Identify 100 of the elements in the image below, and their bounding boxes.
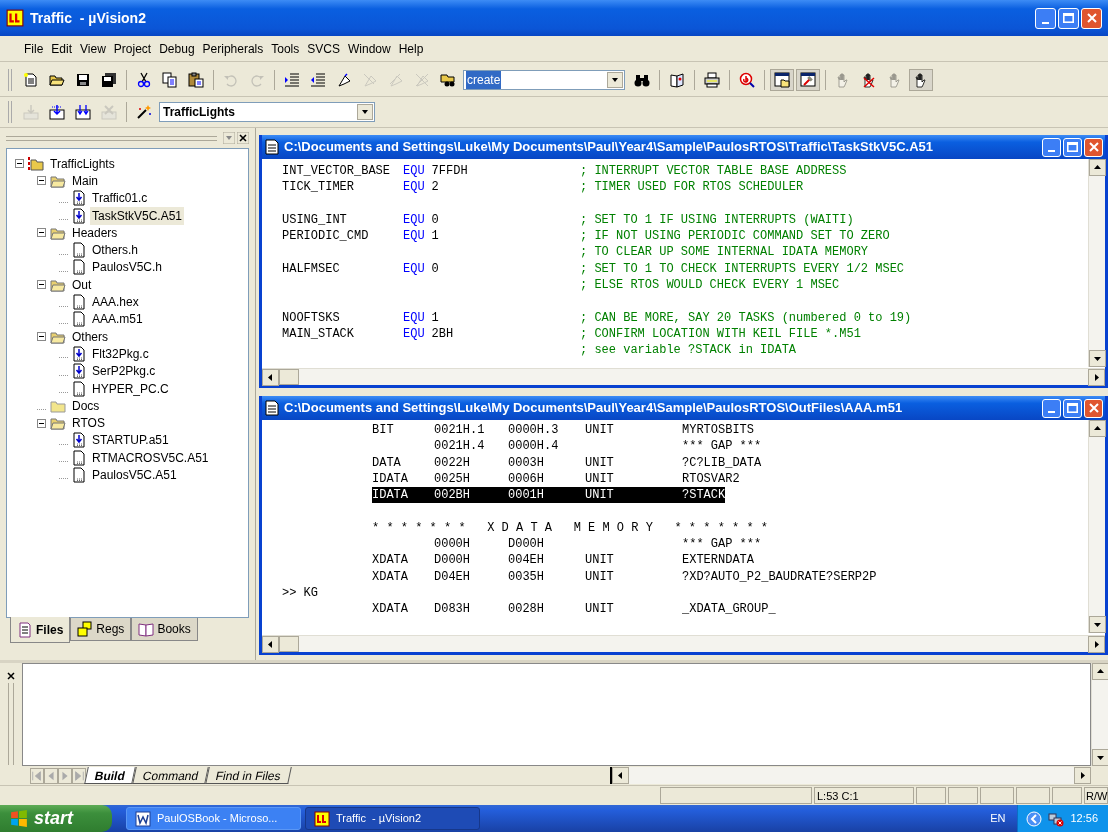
menu-item[interactable]: Peripherals xyxy=(198,39,268,58)
dropdown-value: TrafficLights xyxy=(162,104,236,121)
menu-item[interactable]: Tools xyxy=(267,39,304,58)
tree-item[interactable]: PaulosV5C.A51 xyxy=(90,466,179,484)
vertical-scrollbar[interactable] xyxy=(1091,663,1108,766)
menu-item[interactable]: Project xyxy=(109,39,156,58)
tree-item[interactable]: Traffic01.c xyxy=(90,189,150,208)
output-tab[interactable]: Build xyxy=(84,767,136,784)
minimize-button[interactable] xyxy=(1035,7,1056,29)
panel-tab[interactable]: Regs xyxy=(70,618,132,641)
expander-icon[interactable] xyxy=(37,228,46,238)
tree-item[interactable]: Headers xyxy=(70,223,120,242)
tree-item[interactable]: Flt32Pkg.c xyxy=(90,344,151,363)
code-line[interactable]: XDATA D083H 0028H UNIT _XDATA_GROUP_ xyxy=(372,601,776,618)
close-button[interactable] xyxy=(1081,7,1102,29)
menu-item[interactable]: Window xyxy=(343,39,395,58)
tree-item[interactable]: TaskStkV5C.A51 xyxy=(90,206,185,225)
scroll-down-icon[interactable] xyxy=(1092,749,1108,766)
tree-item[interactable]: SerP2Pkg.c xyxy=(90,362,158,381)
code-text: USING_INT xyxy=(282,212,347,227)
tree-item[interactable]: AAA.hex xyxy=(90,293,141,312)
tree-item[interactable]: Docs xyxy=(70,396,102,415)
scroll-up-icon[interactable] xyxy=(1092,663,1108,680)
tree-item[interactable]: TrafficLights xyxy=(48,154,117,173)
dropdown-field[interactable]: create xyxy=(463,70,625,90)
code-line[interactable]: IDATA 0025H 0006H UNIT RTOSVAR2 xyxy=(372,470,740,488)
expander-icon[interactable] xyxy=(37,332,46,342)
close-button[interactable] xyxy=(1084,137,1103,157)
expander-icon[interactable] xyxy=(37,418,46,428)
chevron-left-icon[interactable] xyxy=(1026,810,1043,827)
language-indicator[interactable]: EN xyxy=(990,810,1006,827)
code-line[interactable]: DATA 0022H 0003H UNIT ?C?LIB_DATA xyxy=(372,454,762,471)
panel-tab[interactable]: Files xyxy=(10,617,71,643)
maximize-button[interactable] xyxy=(1063,398,1082,418)
menu-item[interactable]: SVCS xyxy=(303,39,344,58)
tree-item[interactable]: HYPER_PC.C xyxy=(90,379,171,398)
close-icon[interactable] xyxy=(6,671,16,681)
minimize-button[interactable] xyxy=(1042,137,1061,157)
dropdown-arrow-icon[interactable] xyxy=(361,109,369,115)
code-text: 0 xyxy=(431,260,439,278)
minimize-button[interactable] xyxy=(1042,398,1061,418)
network-error-icon[interactable] xyxy=(1048,810,1065,827)
horizontal-scrollbar[interactable] xyxy=(610,767,1091,784)
tree-item[interactable]: Out xyxy=(70,275,94,294)
dropdown-arrow-icon[interactable] xyxy=(611,77,619,83)
close-icon xyxy=(1086,13,1097,23)
document-icon xyxy=(264,400,280,416)
menu-item[interactable]: Edit xyxy=(47,39,77,58)
tree-item[interactable]: PaulosV5C.h xyxy=(90,258,165,277)
vertical-scrollbar[interactable] xyxy=(1088,420,1105,633)
panel-tab[interactable]: Books xyxy=(131,618,198,641)
maximize-button[interactable] xyxy=(1058,7,1079,29)
menu-item[interactable]: Help xyxy=(394,39,428,58)
tree-item[interactable]: Main xyxy=(70,171,100,190)
menu-item[interactable]: Debug xyxy=(155,39,199,58)
code-line[interactable]: XDATA D04EH 0035H UNIT ?XD?AUTO_P2_BAUDRATE?SERP2P xyxy=(372,568,877,585)
scroll-left-icon[interactable] xyxy=(262,369,279,386)
start-button[interactable]: start xyxy=(0,805,112,832)
toolbar-grip[interactable] xyxy=(8,101,12,123)
source-file-icon xyxy=(71,432,87,449)
tree-item[interactable]: RTOS xyxy=(70,414,107,433)
panel-grip[interactable] xyxy=(8,683,14,765)
scroll-up-icon[interactable] xyxy=(1089,420,1106,437)
tree-item[interactable]: Others.h xyxy=(90,241,141,260)
close-icon[interactable] xyxy=(237,132,249,144)
menu-item[interactable]: View xyxy=(76,39,110,58)
output-tab[interactable]: Find in Files xyxy=(205,767,292,784)
code-line[interactable]: BIT 0021H.1 0000H.3 UNIT MYRTOSBITS xyxy=(372,422,754,439)
scroll-up-icon[interactable] xyxy=(1089,159,1106,176)
scroll-thumb[interactable] xyxy=(279,369,299,385)
dropdown-field[interactable]: TrafficLights xyxy=(159,102,375,122)
close-button[interactable] xyxy=(1084,398,1103,418)
scroll-down-icon[interactable] xyxy=(1089,350,1106,367)
status-pane xyxy=(948,787,978,804)
scroll-right-icon[interactable] xyxy=(1088,369,1105,386)
taskbar-button[interactable]: PaulOSBook - Microso... xyxy=(126,807,301,830)
scroll-down-icon[interactable] xyxy=(1089,616,1106,633)
maximize-button[interactable] xyxy=(1063,137,1082,157)
expander-icon[interactable] xyxy=(37,176,46,186)
code-text: 0 xyxy=(431,211,439,229)
code-line[interactable]: XDATA D000H 004EH UNIT EXTERNDATA xyxy=(372,552,754,569)
scroll-right-icon[interactable] xyxy=(1074,767,1091,784)
tree-item[interactable]: Others xyxy=(70,327,110,346)
scroll-right-icon[interactable] xyxy=(1088,636,1105,653)
menu-item[interactable]: File xyxy=(20,39,48,58)
tree-item[interactable]: RTMACROSV5C.A51 xyxy=(90,448,211,467)
toolbar-grip[interactable] xyxy=(8,69,12,91)
scroll-left-icon[interactable] xyxy=(262,636,279,653)
code-line[interactable]: 0000H D000H *** GAP *** xyxy=(372,536,762,553)
taskbar-button[interactable]: Traffic - µVision2 xyxy=(305,807,480,830)
vertical-scrollbar[interactable] xyxy=(1088,159,1105,367)
expander-icon[interactable] xyxy=(37,280,46,290)
expander-icon[interactable] xyxy=(15,159,24,169)
code-line[interactable]: 0021H.4 0000H.4 *** GAP *** xyxy=(372,438,762,455)
output-tab[interactable]: Command xyxy=(132,767,210,784)
tree-item[interactable]: STARTUP.a51 xyxy=(90,431,171,450)
source-file-icon xyxy=(71,345,87,362)
tree-item[interactable]: AAA.m51 xyxy=(90,310,145,329)
scroll-thumb[interactable] xyxy=(279,636,299,652)
scroll-left-icon[interactable] xyxy=(612,767,630,784)
